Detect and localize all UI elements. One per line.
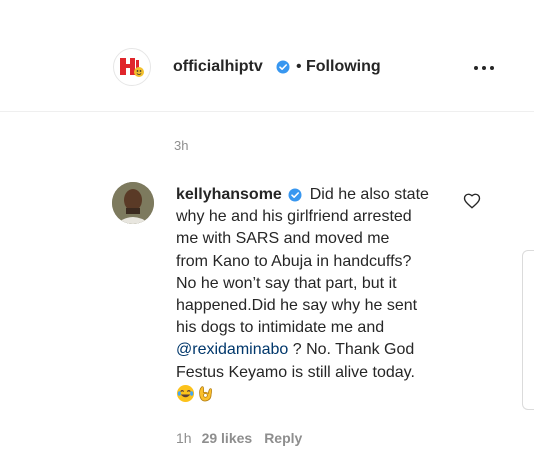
hiptv-logo-icon [120,58,144,77]
post-author-username[interactable]: officialhiptv [173,58,263,76]
ok-hand-emoji-icon [199,386,212,402]
user-photo-icon [112,182,154,224]
post-timestamp[interactable]: 3h [174,138,188,153]
comment-line-10 [176,384,461,407]
laughing-emoji-icon [176,384,195,402]
following-button[interactable]: Following [306,58,381,76]
comment-likes-count[interactable]: 29 likes [202,430,253,446]
comment-body: kellyhansome Did he also state why he an… [176,184,461,407]
side-panel-edge [522,250,534,410]
header-separator: • [296,58,302,75]
comment-line-1: kellyhansome Did he also state [176,184,461,206]
verified-badge-icon [276,60,290,74]
comment-text-segment: Did he also state [309,186,429,203]
comment-line-2: why he and his girlfriend arrested [176,208,412,226]
heart-outline-icon [463,193,481,209]
profile-avatar[interactable] [113,48,151,86]
comment-line-3: me with SARS and moved me [176,230,390,248]
verified-badge-icon [288,188,302,202]
comment-line-4: from Kano to Abuja in handcuffs? [176,252,412,270]
more-horizontal-icon-dot [490,66,494,70]
more-options-button[interactable] [470,60,498,76]
comment-timestamp[interactable]: 1h [176,430,192,446]
comment-avatar[interactable] [112,182,154,224]
user-mention-link[interactable]: @rexidaminabo [176,341,288,358]
like-comment-button[interactable] [463,192,481,210]
comment-line-9: Festus Keyamo is still alive today. [176,363,415,381]
comment-text-segment: ? No. Thank God [288,341,415,359]
comment-line-7: his dogs to intimidate me and [176,319,385,337]
comment-line-8: @rexidaminabo ? No. Thank God [176,339,461,361]
comment-author-username[interactable]: kellyhansome [176,186,282,203]
comment-line-6: happened.Did he say why he sent [176,297,418,315]
comment-line-5: No he won’t say that part, but it [176,274,397,292]
more-horizontal-icon-dot [482,66,486,70]
reply-button[interactable]: Reply [264,430,302,446]
more-horizontal-icon [474,66,478,70]
comment-meta: 1h 29 likes Reply [176,430,302,446]
post-header: officialhiptv • Following [0,0,534,112]
